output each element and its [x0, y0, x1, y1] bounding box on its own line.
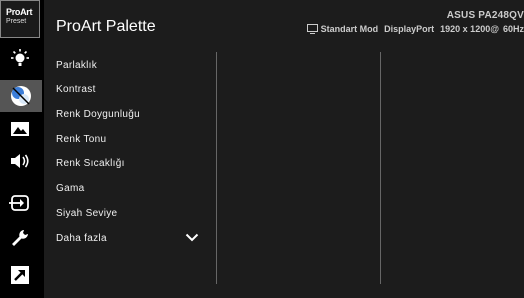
sidebar: ProArt Preset: [0, 0, 42, 298]
refresh-label: 60Hz: [502, 24, 524, 34]
sidebar-item-shortcut[interactable]: [0, 260, 40, 290]
menu-item-gamma[interactable]: Gama: [56, 183, 84, 194]
page-title: ProArt Palette: [56, 18, 156, 35]
menu-item-black-level[interactable]: Siyah Seviye: [56, 208, 117, 219]
sidebar-item-color[interactable]: [0, 80, 42, 112]
mode-label: Standart Mod: [320, 24, 379, 34]
input-label: DisplayPort: [384, 24, 435, 34]
menu-item-contrast[interactable]: Kontrast: [56, 84, 96, 95]
color-icon: [11, 86, 31, 106]
proart-preset-button[interactable]: ProArt Preset: [0, 0, 40, 38]
image-icon: [11, 122, 29, 136]
sidebar-item-image[interactable]: [0, 114, 40, 144]
column-divider-1: [216, 52, 217, 284]
menu-item-more[interactable]: Daha fazla: [56, 233, 107, 244]
monitor-icon: [306, 24, 318, 34]
sidebar-item-sound[interactable]: [0, 146, 40, 176]
logo-line2: Preset: [6, 18, 27, 25]
header: ProArt Palette ASUS PA248QV Standart Mod…: [44, 0, 524, 44]
logo-line1: ProArt: [6, 7, 33, 17]
sidebar-item-brightness[interactable]: [0, 44, 40, 74]
menu-item-hue[interactable]: Renk Tonu: [56, 134, 106, 145]
chevron-down-icon[interactable]: [185, 233, 199, 242]
sound-icon: [11, 154, 29, 168]
sidebar-item-input[interactable]: [0, 188, 40, 218]
status-bar: Standart Mod DisplayPort 1920 x 1200@ 60…: [306, 24, 524, 34]
sidebar-item-system[interactable]: [0, 223, 40, 253]
menu-item-brightness[interactable]: Parlaklık: [56, 60, 97, 71]
input-icon: [9, 195, 29, 211]
monitor-model: ASUS PA248QV: [446, 10, 524, 21]
main-panel: ProArt Palette ASUS PA248QV Standart Mod…: [44, 0, 524, 298]
shortcut-icon: [11, 266, 29, 284]
system-icon: [12, 230, 28, 246]
brightness-icon: [11, 49, 29, 66]
resolution-label: 1920 x 1200@: [440, 24, 499, 34]
column-divider-2: [380, 52, 381, 284]
menu-item-saturation[interactable]: Renk Doygunluğu: [56, 109, 140, 120]
menu-item-color-temp[interactable]: Renk Sıcaklığı: [56, 158, 125, 169]
